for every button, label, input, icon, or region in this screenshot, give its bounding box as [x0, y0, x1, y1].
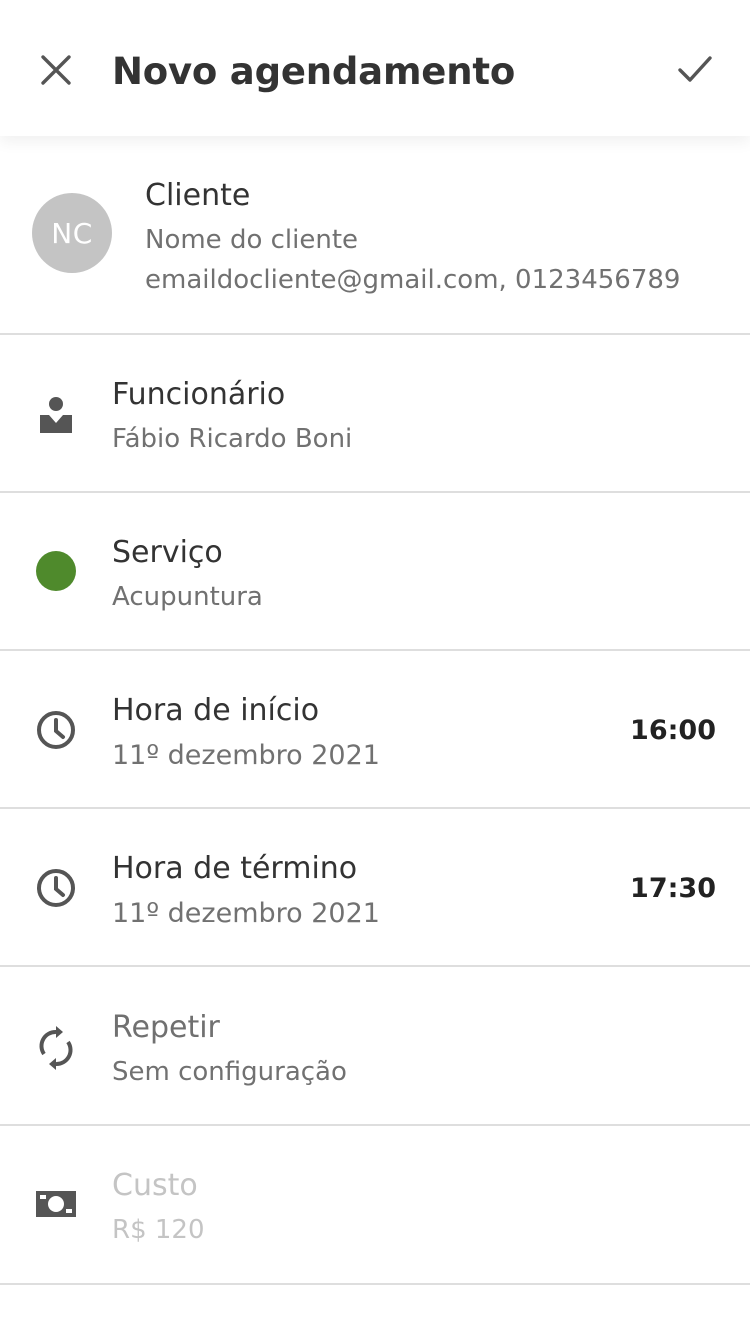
cost-row [0, 1126, 750, 1285]
client-row[interactable] [0, 136, 750, 335]
top-app-bar: Novo agendamento [0, 0, 750, 136]
repeat-row[interactable] [0, 967, 750, 1126]
employee-value: Fábio Ricardo Boni [112, 424, 353, 454]
employee-row[interactable] [0, 335, 750, 493]
divider [0, 1283, 750, 1285]
start-time-label: Hora de início [112, 693, 320, 728]
service-value: Acupuntura [112, 582, 263, 612]
person-icon [36, 394, 76, 434]
avatar: NC [32, 193, 112, 273]
repeat-label: Repetir [112, 1010, 220, 1045]
client-name: Nome do cliente [145, 225, 359, 255]
check-icon [678, 56, 712, 82]
service-color-dot [36, 551, 76, 591]
start-time-value[interactable]: 16:00 [630, 715, 716, 746]
client-section-label: Cliente [145, 178, 251, 213]
start-date: 11º dezembro 2021 [112, 740, 380, 771]
employee-label: Funcionário [112, 377, 286, 412]
end-time-label: Hora de término [112, 851, 358, 886]
cost-label: Custo [112, 1168, 198, 1203]
repeat-icon [36, 1026, 76, 1070]
service-row[interactable] [0, 493, 750, 651]
repeat-value: Sem configuração [112, 1057, 347, 1087]
close-icon [41, 55, 71, 85]
close-button[interactable] [28, 42, 84, 98]
clock-icon [35, 867, 77, 909]
app-screen: Novo agendamento NC Cliente Nome do clie… [0, 0, 750, 1334]
confirm-button[interactable] [666, 40, 724, 98]
cost-value: R$ 120 [112, 1215, 205, 1245]
service-label: Serviço [112, 535, 223, 570]
page-title: Novo agendamento [112, 50, 516, 93]
client-contact: emaildocliente@gmail.com, 0123456789 [145, 265, 681, 295]
money-icon [36, 1189, 76, 1219]
end-date: 11º dezembro 2021 [112, 898, 380, 929]
end-time-value[interactable]: 17:30 [630, 873, 716, 904]
clock-icon [35, 709, 77, 751]
